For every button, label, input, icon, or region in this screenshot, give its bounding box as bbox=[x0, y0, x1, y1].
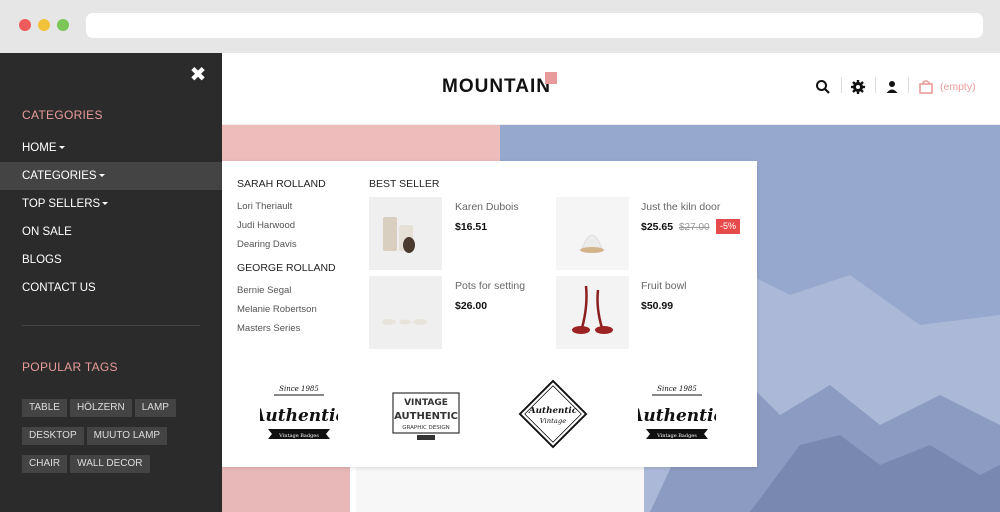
address-bar[interactable] bbox=[86, 13, 983, 38]
badge-top-text: Since 1985 bbox=[279, 385, 319, 393]
badge-bottom-text: Vintage Badges bbox=[656, 433, 697, 439]
product-image[interactable] bbox=[556, 197, 629, 270]
hero-pink-block bbox=[222, 125, 500, 165]
menu-link[interactable]: Masters Series bbox=[237, 323, 300, 334]
badge-bottom-text: Vintage Badges bbox=[278, 433, 319, 439]
drawer-nav: HOME CATEGORIES TOP SELLERS ON SALE BLOG… bbox=[0, 134, 222, 302]
product-image[interactable] bbox=[369, 197, 442, 270]
nav-label: CONTACT US bbox=[22, 282, 96, 294]
nav-item-home[interactable]: HOME bbox=[0, 134, 222, 162]
menu-link[interactable]: Judi Harwood bbox=[237, 220, 295, 231]
vintage-authentic-badge-logo[interactable]: VINTAGE AUTHENTIC GRAPHIC DESIGN bbox=[387, 381, 465, 451]
nav-label: BLOGS bbox=[22, 254, 62, 266]
badge-main-text: Authentic bbox=[260, 406, 338, 426]
close-window-dot[interactable] bbox=[19, 19, 31, 31]
tag-table[interactable]: TABLE bbox=[22, 399, 67, 417]
badge-main-text: Authentic bbox=[638, 406, 716, 426]
product-name[interactable]: Pots for setting bbox=[455, 280, 525, 292]
product-name[interactable]: Karen Dubois bbox=[455, 201, 519, 213]
close-icon[interactable]: ✖ bbox=[189, 64, 207, 84]
tag-chair[interactable]: CHAIR bbox=[22, 455, 68, 473]
nav-item-blogs[interactable]: BLOGS bbox=[0, 246, 222, 274]
authentic-badge-logo[interactable]: Since 1985 Authentic Vintage Badges bbox=[638, 381, 716, 451]
categories-heading: CATEGORIES bbox=[22, 108, 103, 122]
badge-bottom-text: Vintage bbox=[540, 417, 567, 425]
gear-icon[interactable] bbox=[850, 79, 866, 95]
tag-desktop[interactable]: DESKTOP bbox=[22, 427, 84, 445]
caret-down-icon bbox=[58, 146, 65, 150]
best-seller-heading: BEST SELLER bbox=[369, 178, 440, 190]
browser-chrome bbox=[0, 0, 1000, 53]
logo-accent-square bbox=[545, 72, 557, 84]
badge-bottom-text: GRAPHIC DESIGN bbox=[402, 425, 450, 431]
product-price: $26.00 bbox=[455, 300, 488, 312]
product-name[interactable]: Just the kiln door bbox=[641, 201, 720, 213]
search-icon[interactable] bbox=[815, 79, 831, 95]
minimize-window-dot[interactable] bbox=[38, 19, 50, 31]
badge-main-text: Authentic bbox=[528, 406, 578, 416]
product-tile-bowl bbox=[356, 465, 644, 512]
product-image[interactable] bbox=[556, 276, 629, 349]
menu-link[interactable]: Lori Theriault bbox=[237, 201, 292, 212]
maximize-window-dot[interactable] bbox=[57, 19, 69, 31]
badge-top-text: VINTAGE bbox=[404, 398, 448, 408]
menu-link[interactable]: Bernie Segal bbox=[237, 285, 291, 296]
header-separator bbox=[875, 77, 876, 93]
product-price: $25.65 bbox=[641, 221, 674, 233]
nav-label: TOP SELLERS bbox=[22, 198, 101, 210]
tag-wall-decor[interactable]: WALL DECOR bbox=[70, 455, 150, 473]
nav-item-categories[interactable]: CATEGORIES bbox=[0, 162, 222, 190]
menu-column-title[interactable]: GEORGE ROLLAND bbox=[237, 262, 336, 274]
page-viewport: MOUNTAIN (empty) ✖ CATEGORIES HOME CATEG… bbox=[0, 53, 1000, 512]
site-header: MOUNTAIN (empty) bbox=[222, 53, 1000, 125]
site-logo[interactable]: MOUNTAIN bbox=[442, 76, 551, 98]
authentic-badge-logo[interactable]: Since 1985 Authentic Vintage Badges bbox=[260, 381, 338, 451]
side-drawer: ✖ CATEGORIES HOME CATEGORIES TOP SELLERS… bbox=[0, 53, 222, 512]
product-name[interactable]: Fruit bowl bbox=[641, 280, 687, 292]
tag-cloud: TABLE HÖLZERN LAMP DESKTOP MUUTO LAMP CHAIR WA… bbox=[22, 397, 212, 481]
cart-status[interactable]: (empty) bbox=[940, 81, 976, 93]
product-price: $16.51 bbox=[455, 221, 488, 233]
product-old-price: $27.00 bbox=[679, 222, 710, 233]
nav-label: ON SALE bbox=[22, 226, 72, 238]
product-image[interactable] bbox=[369, 276, 442, 349]
menu-link[interactable]: Melanie Robertson bbox=[237, 304, 317, 315]
user-icon[interactable] bbox=[884, 79, 900, 95]
caret-down-icon bbox=[98, 174, 105, 178]
nav-label: HOME bbox=[22, 142, 57, 154]
discount-badge: -5% bbox=[716, 219, 741, 234]
menu-link[interactable]: Dearing Davis bbox=[237, 239, 297, 250]
nav-item-top-sellers[interactable]: TOP SELLERS bbox=[0, 190, 222, 218]
header-separator bbox=[908, 77, 909, 93]
menu-column-title[interactable]: SARAH ROLLAND bbox=[237, 178, 326, 190]
nav-label: CATEGORIES bbox=[22, 170, 97, 182]
categories-mega-menu: SARAH ROLLAND Lori Theriault Judi Harwoo… bbox=[222, 161, 757, 467]
badge-main-text: AUTHENTIC bbox=[394, 411, 458, 422]
popular-tags-heading: POPULAR TAGS bbox=[22, 360, 118, 374]
tag-lamp[interactable]: LAMP bbox=[134, 399, 176, 417]
drawer-divider bbox=[22, 325, 200, 326]
badge-top-text: Since 1985 bbox=[657, 385, 697, 393]
header-separator bbox=[841, 77, 842, 93]
authentic-vintage-diamond-logo[interactable]: Authentic Vintage bbox=[514, 379, 592, 449]
product-tile-pink bbox=[222, 465, 350, 512]
tag-holzern[interactable]: HÖLZERN bbox=[69, 399, 132, 417]
nav-item-on-sale[interactable]: ON SALE bbox=[0, 218, 222, 246]
caret-down-icon bbox=[102, 202, 109, 206]
tag-muuto-lamp[interactable]: MUUTO LAMP bbox=[86, 427, 168, 445]
product-price: $50.99 bbox=[641, 300, 674, 312]
nav-item-contact-us[interactable]: CONTACT US bbox=[0, 274, 222, 302]
cart-icon[interactable] bbox=[918, 79, 934, 95]
